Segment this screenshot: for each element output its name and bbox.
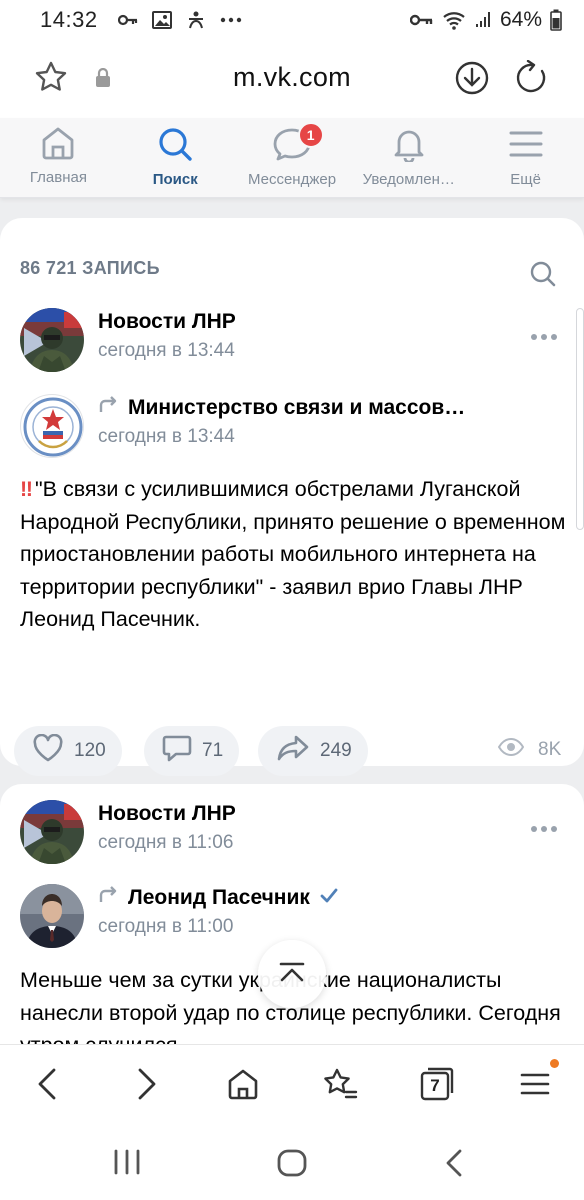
- tab-more-label: Ещё: [510, 171, 541, 188]
- comment-icon: [162, 734, 192, 768]
- heart-icon: [32, 733, 64, 768]
- android-navigation-bar: [0, 1124, 584, 1200]
- back-icon[interactable]: [34, 1067, 60, 1106]
- tabs-count: 7: [430, 1076, 440, 1095]
- share-icon: [276, 734, 310, 768]
- share-button[interactable]: 249: [258, 726, 368, 776]
- like-button[interactable]: 120: [14, 726, 122, 776]
- home-icon[interactable]: [226, 1067, 260, 1106]
- page-scrollbar[interactable]: [576, 308, 584, 530]
- menu-icon: [507, 126, 545, 167]
- post-header[interactable]: Новости ЛНР сегодня в 11:06: [0, 800, 584, 870]
- search-icon[interactable]: [529, 260, 557, 293]
- tabs-icon[interactable]: 7: [420, 1067, 454, 1101]
- repost-arrow-icon: [98, 886, 118, 910]
- repost-author[interactable]: Леонид Пасечник: [128, 886, 310, 909]
- post-author[interactable]: Новости ЛНР: [98, 310, 236, 334]
- chevron-up-icon: [277, 960, 307, 989]
- accessibility-icon: [186, 10, 206, 30]
- tab-search-label: Поиск: [152, 171, 198, 188]
- menu-icon[interactable]: [518, 1067, 552, 1106]
- home-icon: [39, 126, 77, 165]
- avatar[interactable]: [20, 800, 84, 864]
- download-icon[interactable]: [454, 60, 490, 101]
- battery-percent: 64%: [499, 8, 542, 31]
- tab-home-label: Главная: [29, 169, 87, 186]
- like-count: 120: [74, 740, 106, 761]
- browser-bottom-bar: 7: [0, 1044, 584, 1124]
- battery-icon: [550, 9, 562, 31]
- tab-messenger-label: Мессенджер: [247, 171, 337, 188]
- home-button-icon[interactable]: [276, 1148, 308, 1183]
- back-button-icon[interactable]: [442, 1148, 466, 1183]
- forward-icon[interactable]: [134, 1067, 160, 1106]
- repost-author-line[interactable]: Министерство связи и массов…: [98, 396, 465, 420]
- post-text-body: "В связи с усилившимися обстрелами Луган…: [20, 477, 566, 631]
- vk-top-navigation: Главная Поиск 1 Мессенджер Уведомлен… Ещ…: [0, 118, 584, 198]
- avatar[interactable]: [20, 308, 84, 372]
- key-icon: [117, 14, 138, 26]
- eye-icon: [497, 737, 525, 762]
- views-count: 8K: [538, 739, 562, 760]
- repost-time[interactable]: сегодня в 13:44: [98, 426, 235, 448]
- scroll-to-top-button[interactable]: [258, 940, 326, 1008]
- tab-notifications-label: Уведомлен…: [362, 171, 455, 188]
- more-dots-icon: [220, 17, 242, 23]
- double-exclamation-emoji: ‼: [20, 477, 33, 501]
- wifi-icon: [442, 10, 466, 30]
- post-author[interactable]: Новости ЛНР: [98, 802, 236, 826]
- share-count: 249: [320, 740, 352, 761]
- more-options-icon[interactable]: [530, 328, 558, 346]
- repost-arrow-icon: [98, 396, 118, 420]
- post-card: 86 721 ЗАПИСЬ Новости ЛНР сегодня в 13:4…: [0, 218, 584, 776]
- post-header[interactable]: Новости ЛНР сегодня в 13:44: [0, 308, 584, 378]
- reload-icon[interactable]: [514, 59, 550, 101]
- tab-notifications[interactable]: Уведомлен…: [350, 118, 467, 197]
- comment-count: 71: [202, 740, 224, 761]
- tab-more[interactable]: Ещё: [467, 118, 584, 197]
- results-count: 86 721 ЗАПИСЬ: [20, 258, 160, 278]
- tab-messenger[interactable]: 1 Мессенджер: [234, 118, 351, 197]
- avatar[interactable]: [20, 394, 84, 458]
- repost-time[interactable]: сегодня в 11:00: [98, 916, 233, 938]
- menu-notification-dot: [550, 1059, 559, 1068]
- tab-search[interactable]: Поиск: [117, 118, 234, 197]
- repost-header[interactable]: Министерство связи и массов… сегодня в 1…: [0, 394, 584, 464]
- repost-author-line[interactable]: Леонид Пасечник: [98, 886, 338, 910]
- bookmarks-icon[interactable]: [322, 1067, 358, 1106]
- post-time[interactable]: сегодня в 11:06: [98, 832, 233, 854]
- status-time: 14:32: [40, 7, 98, 32]
- recent-apps-icon[interactable]: [112, 1148, 142, 1181]
- search-icon: [156, 126, 194, 167]
- post-time[interactable]: сегодня в 13:44: [98, 340, 235, 362]
- more-options-icon[interactable]: [530, 820, 558, 838]
- comment-button[interactable]: 71: [144, 726, 240, 776]
- views-counter: 8K: [497, 737, 562, 762]
- status-bar: 14:32 64%: [0, 0, 584, 40]
- repost-author[interactable]: Министерство связи и массов…: [128, 396, 465, 419]
- verified-check-icon: [320, 886, 338, 910]
- feed: 86 721 ЗАПИСЬ Новости ЛНР сегодня в 13:4…: [0, 198, 584, 1044]
- avatar[interactable]: [20, 884, 84, 948]
- bell-icon: [390, 126, 428, 167]
- url-domain[interactable]: m.vk.com: [0, 62, 584, 93]
- messenger-badge: 1: [297, 122, 324, 148]
- browser-url-bar: m.vk.com: [0, 40, 584, 118]
- gallery-icon: [151, 11, 172, 29]
- vpn-key-icon: [409, 14, 434, 26]
- signal-icon: [474, 11, 492, 29]
- tab-home[interactable]: Главная: [0, 118, 117, 197]
- post-actions: 120 71 249 8K: [14, 726, 574, 776]
- post-text: ‼ "В связи с усилившимися обстрелами Луга…: [20, 473, 568, 636]
